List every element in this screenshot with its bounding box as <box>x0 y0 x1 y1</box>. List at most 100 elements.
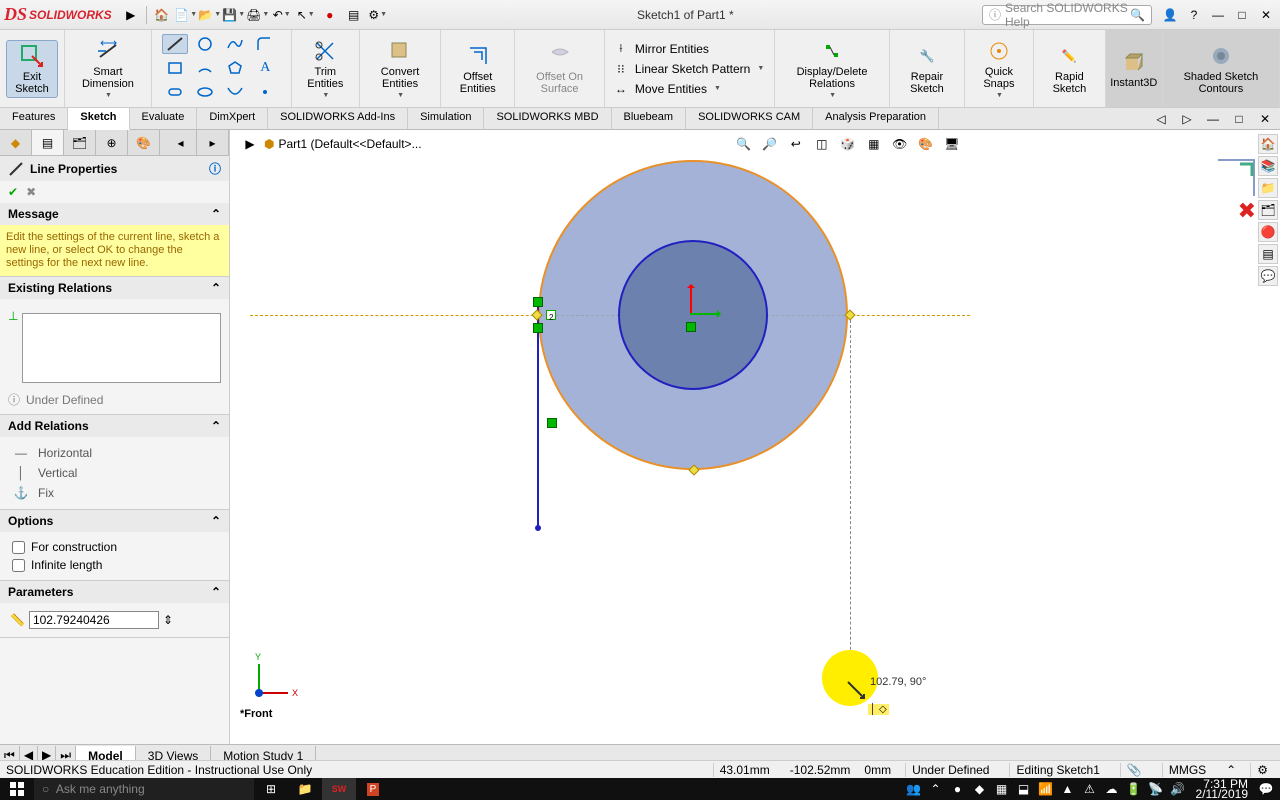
tab-simulation[interactable]: Simulation <box>408 108 484 129</box>
tab-addins[interactable]: SOLIDWORKS Add-Ins <box>268 108 408 129</box>
line-tool[interactable] <box>162 34 188 54</box>
breadcrumb[interactable]: ⬢Part1 (Default<<Default>... <box>264 137 422 151</box>
tray-people-icon[interactable]: 👥 <box>904 779 924 799</box>
panel-left-icon[interactable]: ◂ <box>165 130 197 155</box>
tab-dimxpert[interactable]: DimXpert <box>197 108 268 129</box>
panel-right-icon[interactable]: ▸ <box>197 130 229 155</box>
message-section-head[interactable]: Message⌃ <box>0 203 229 225</box>
print-icon[interactable]: 🖨▼ <box>247 4 269 26</box>
tray-3-icon[interactable]: ▦ <box>992 779 1012 799</box>
close-button[interactable]: ✕ <box>1256 6 1276 24</box>
arc-tool[interactable] <box>192 58 218 78</box>
fix-relation[interactable]: ⚓Fix <box>8 483 221 503</box>
move-button[interactable]: ↔Move Entities▼ <box>613 81 764 97</box>
tab-bluebeam[interactable]: Bluebeam <box>612 108 687 129</box>
tray-2-icon[interactable]: ◆ <box>970 779 990 799</box>
exit-sketch-button[interactable]: Exit Sketch <box>6 40 58 98</box>
smart-dimension-button[interactable]: ⟷Smart Dimension▼ <box>71 36 145 101</box>
panel-help-icon[interactable]: ⓘ <box>209 160 221 177</box>
length-input[interactable] <box>29 611 159 629</box>
text-tool[interactable]: A <box>252 58 278 78</box>
tray-battery-icon[interactable]: 🔋 <box>1124 779 1144 799</box>
clip-icon[interactable]: 📎 <box>1120 763 1148 777</box>
existing-relations-head[interactable]: Existing Relations⌃ <box>0 277 229 299</box>
mirror-button[interactable]: ⟊Mirror Entities <box>613 41 764 57</box>
appearances-icon[interactable]: 🔴 <box>1258 222 1278 242</box>
cortana-search[interactable]: ○ Ask me anything <box>34 778 254 800</box>
save-icon[interactable]: 💾▼ <box>223 4 245 26</box>
design-library-icon[interactable]: 📚 <box>1258 156 1278 176</box>
doc-max-icon[interactable]: □ <box>1228 108 1250 130</box>
edit-appearance-icon[interactable]: 🎨 <box>914 133 938 155</box>
apply-scene-icon[interactable]: 🖥 <box>940 133 964 155</box>
for-construction-check[interactable]: For construction <box>8 538 221 556</box>
trim-button[interactable]: Trim Entities▼ <box>298 36 353 101</box>
file-props-icon[interactable]: ▤ <box>343 4 365 26</box>
next-doc-icon[interactable]: ▷ <box>1176 108 1198 130</box>
sketch-canvas[interactable]: 2 │ ◇ 102.79, 90° *Front <box>230 158 1280 724</box>
task-view-icon[interactable]: ⊞ <box>254 778 288 800</box>
tab-sketch[interactable]: Sketch <box>68 108 129 130</box>
user-icon[interactable]: 👤 <box>1160 6 1180 24</box>
new-icon[interactable]: 📄▼ <box>175 4 197 26</box>
shaded-contours-button[interactable]: Shaded Sketch Contours <box>1169 41 1273 97</box>
file-explorer-task[interactable]: 📁 <box>288 778 322 800</box>
open-icon[interactable]: 📂▼ <box>199 4 221 26</box>
forum-icon[interactable]: 💬 <box>1258 266 1278 286</box>
inner-circle[interactable] <box>618 240 768 390</box>
config-tab[interactable]: 🗂 <box>64 130 96 155</box>
minimize-button[interactable]: ― <box>1208 6 1228 24</box>
curve-tool[interactable] <box>222 82 248 102</box>
maximize-button[interactable]: □ <box>1232 6 1252 24</box>
options-head[interactable]: Options⌃ <box>0 510 229 532</box>
dimxpert-tab[interactable]: ⊕ <box>96 130 128 155</box>
section-icon[interactable]: ◫ <box>810 133 834 155</box>
graphics-viewport[interactable]: ▶ ⬢Part1 (Default<<Default>... 🔍 🔎 ↩ ◫ 🎲… <box>230 130 1280 744</box>
horizontal-relation[interactable]: ―Horizontal <box>8 443 221 463</box>
hide-show-icon[interactable]: 👁 <box>888 133 912 155</box>
taskbar-clock[interactable]: 7:31 PM2/11/2019 <box>1190 779 1255 799</box>
vertical-relation[interactable]: │Vertical <box>8 463 221 483</box>
undo-icon[interactable]: ↶▼ <box>271 4 293 26</box>
display-tab[interactable]: 🎨 <box>128 130 160 155</box>
options-icon[interactable]: ⚙▼ <box>367 4 389 26</box>
tab-evaluate[interactable]: Evaluate <box>130 108 198 129</box>
home-icon[interactable]: 🏠 <box>151 4 173 26</box>
view-palette-icon[interactable]: 🗂 <box>1258 200 1278 220</box>
polygon-tool[interactable] <box>222 58 248 78</box>
tray-up-icon[interactable]: ⌃ <box>926 779 946 799</box>
doc-min-icon[interactable]: ― <box>1202 108 1224 130</box>
relations-list[interactable] <box>22 313 221 383</box>
status-gear-icon[interactable]: ⚙ <box>1250 763 1274 777</box>
tab-features[interactable]: Features <box>0 108 68 129</box>
solidworks-task[interactable]: SW <box>322 778 356 800</box>
custom-props-icon[interactable]: ▤ <box>1258 244 1278 264</box>
units-arrow-icon[interactable]: ⌃ <box>1226 763 1236 777</box>
select-icon[interactable]: ↖▼ <box>295 4 317 26</box>
tray-6-icon[interactable]: ▲ <box>1058 779 1078 799</box>
repair-button[interactable]: 🔧Repair Sketch <box>896 41 958 97</box>
parameters-head[interactable]: Parameters⌃ <box>0 581 229 603</box>
doc-close-icon[interactable]: ✕ <box>1254 108 1276 130</box>
quick-snaps-button[interactable]: Quick Snaps▼ <box>971 36 1027 101</box>
prev-view-icon[interactable]: ↩ <box>784 133 808 155</box>
convert-button[interactable]: Convert Entities▼ <box>366 36 434 101</box>
tab-mbd[interactable]: SOLIDWORKS MBD <box>484 108 611 129</box>
rebuild-icon[interactable]: ● <box>319 4 341 26</box>
file-explorer-icon[interactable]: 📁 <box>1258 178 1278 198</box>
start-button[interactable] <box>0 778 34 800</box>
powerpoint-task[interactable]: P <box>356 778 390 800</box>
feature-tree-tab[interactable]: ◆ <box>0 130 32 155</box>
ok-button[interactable]: ✔ <box>8 185 18 199</box>
help-icon[interactable]: ? <box>1184 6 1204 24</box>
ellipse-tool[interactable] <box>192 82 218 102</box>
linear-pattern-button[interactable]: ⁝⁝Linear Sketch Pattern▼ <box>613 61 764 77</box>
tray-7-icon[interactable]: ⚠ <box>1080 779 1100 799</box>
prev-doc-icon[interactable]: ◁ <box>1150 108 1172 130</box>
tab-cam[interactable]: SOLIDWORKS CAM <box>686 108 813 129</box>
rect-tool[interactable] <box>162 58 188 78</box>
slot-tool[interactable] <box>162 82 188 102</box>
spinner-icon[interactable]: ⇕ <box>163 613 173 627</box>
expand-tree-icon[interactable]: ▶ <box>238 133 262 155</box>
rapid-sketch-button[interactable]: ✏️Rapid Sketch <box>1040 41 1099 97</box>
